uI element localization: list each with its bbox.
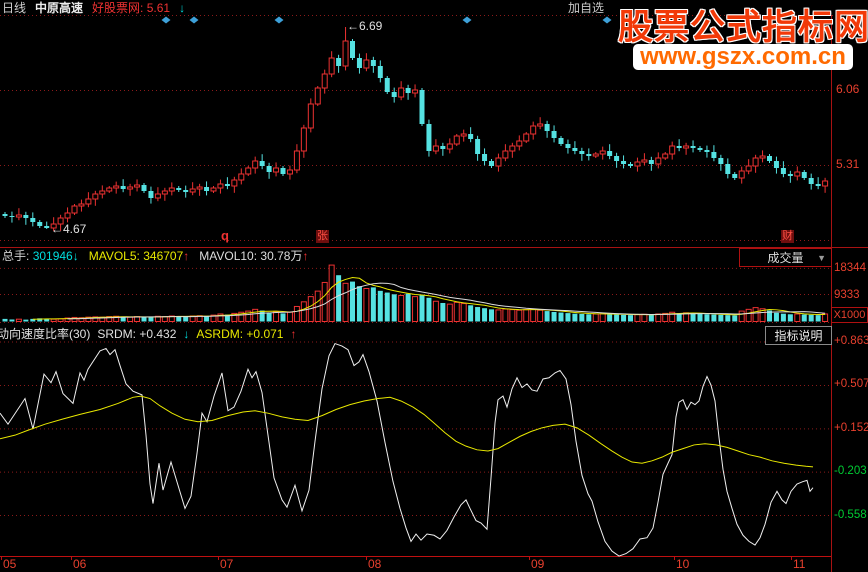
indicator-axis-label: -0.203 <box>834 465 867 478</box>
period-label[interactable]: 日线 <box>2 1 26 15</box>
mavol10-line <box>67 282 826 320</box>
diamond-marker <box>161 16 171 24</box>
marker-zhang: 张 <box>316 230 329 243</box>
volume-header: 总手: 301946↓ MAVOL5: 346707↑ MAVOL10: 30.78… <box>2 249 308 263</box>
indicator-axis-label: +0.863 <box>834 335 868 347</box>
diamond-marker <box>462 16 472 24</box>
srdm-arrow: ↓ <box>183 327 190 341</box>
watermark: 股票公式指标网 www.gszx.com.cn <box>618 9 868 70</box>
month-label: 11 <box>793 557 806 571</box>
high-annotation: ←6.69 <box>347 19 383 33</box>
indicator-help-button[interactable]: 指标说明 <box>765 326 832 345</box>
volume-selector-label: 成交量 <box>767 251 804 265</box>
indicator-help-label: 指标说明 <box>774 329 823 343</box>
title-bar: 日线 中原高速 好股票网: 5.61 ↓ <box>2 1 185 15</box>
volume-axis-label: 18344 <box>834 262 866 275</box>
volume-header-item: 总手: 301946↓ <box>2 249 79 263</box>
price-down-arrow: ↓ <box>179 1 186 15</box>
volume-unit-box: X1000 <box>831 307 868 323</box>
month-label: 06 <box>73 557 87 571</box>
asrdm-value: ASRDM: +0.071 <box>196 327 284 341</box>
srdm-line <box>0 342 814 557</box>
month-label: 10 <box>676 557 690 571</box>
asrdm-arrow: ↑ <box>290 327 297 341</box>
volume-header-item: MAVOL5: 346707↑ <box>88 249 190 263</box>
month-label: 08 <box>368 557 382 571</box>
volume-type-selector[interactable]: 成交量 ▼ <box>739 248 832 267</box>
srdm-value: SRDM: +0.432 <box>97 327 177 341</box>
stock-name: 中原高速 <box>35 1 84 15</box>
marker-q: q <box>221 228 229 243</box>
asrdm-line <box>0 395 814 468</box>
month-label: 07 <box>220 557 234 571</box>
indicator-title: 动向速度比率(30) <box>0 327 91 341</box>
volume-unit-label: X1000 <box>833 309 866 321</box>
indicator-axis-label: +0.507 <box>834 378 868 391</box>
volume-axis-label: 9333 <box>834 288 860 301</box>
marker-cai: 财 <box>781 230 794 243</box>
price-axis-label: 6.06 <box>836 82 860 96</box>
low-annotation: ←4.67 <box>51 222 87 236</box>
indicator-axis-label: +0.152 <box>834 421 868 434</box>
chart-canvas[interactable] <box>0 0 868 572</box>
indicator-header: 动向速度比率(30) SRDM: +0.432 ↓ ASRDM: +0.071 … <box>0 327 296 341</box>
stock-chart-window: 日线 中原高速 好股票网: 5.61 ↓ 加自选 股票公式指标网 www.gsz… <box>0 0 868 572</box>
volume-header-item: MAVOL10: 30.78万↑ <box>199 249 309 263</box>
indicator-axis-label: -0.558 <box>834 508 867 521</box>
watermark-title: 股票公式指标网 <box>618 8 868 47</box>
diamond-marker <box>602 16 612 24</box>
month-label: 09 <box>531 557 545 571</box>
diamond-marker <box>274 16 284 24</box>
menu-item-add-favorite[interactable]: 加自选 <box>568 1 604 15</box>
site-price-label: 好股票网: 5.61 <box>92 1 171 15</box>
month-label: 05 <box>3 557 17 571</box>
chevron-down-icon[interactable]: ▼ <box>817 253 826 263</box>
diamond-marker <box>189 16 199 24</box>
watermark-url-link[interactable]: www.gszx.com.cn <box>633 44 853 70</box>
last-price: 5.61 <box>146 1 171 15</box>
price-axis-label: 5.31 <box>836 157 860 171</box>
